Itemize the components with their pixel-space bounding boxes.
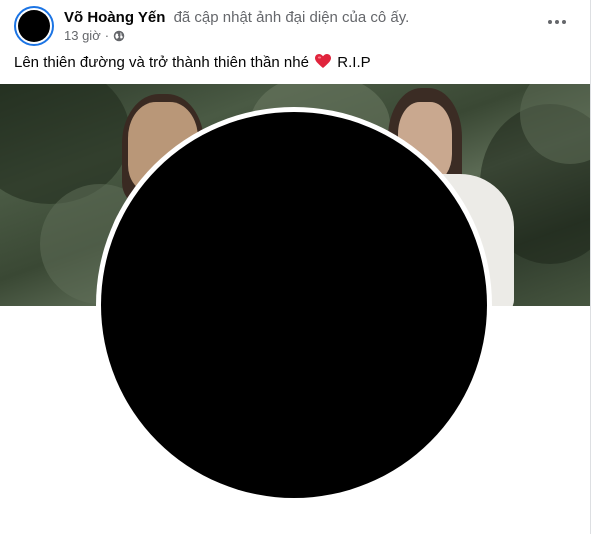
more-options-icon[interactable]	[547, 12, 567, 32]
globe-icon[interactable]	[113, 30, 125, 42]
author-avatar[interactable]	[14, 6, 54, 46]
meta-separator: ·	[104, 28, 110, 43]
feed-post: Võ Hoàng Yến đã cập nhật ảnh đại diện củ…	[0, 0, 591, 534]
post-meta: 13 giờ ·	[64, 28, 125, 43]
post-action-text: đã cập nhật ảnh đại diện của cô ấy.	[173, 9, 410, 26]
post-header: Võ Hoàng Yến đã cập nhật ảnh đại diện củ…	[64, 9, 409, 26]
author-name[interactable]: Võ Hoàng Yến	[64, 9, 165, 26]
post-text-main: Lên thiên đường và trở thành thiên thần …	[14, 54, 309, 71]
avatar-image	[18, 10, 50, 42]
heart-icon	[315, 54, 332, 68]
profile-picture[interactable]	[101, 112, 487, 498]
post-timestamp[interactable]: 13 giờ	[64, 28, 101, 43]
post-text-rip: R.I.P	[337, 54, 371, 71]
post-text: Lên thiên đường và trở thành thiên thần …	[14, 54, 371, 71]
